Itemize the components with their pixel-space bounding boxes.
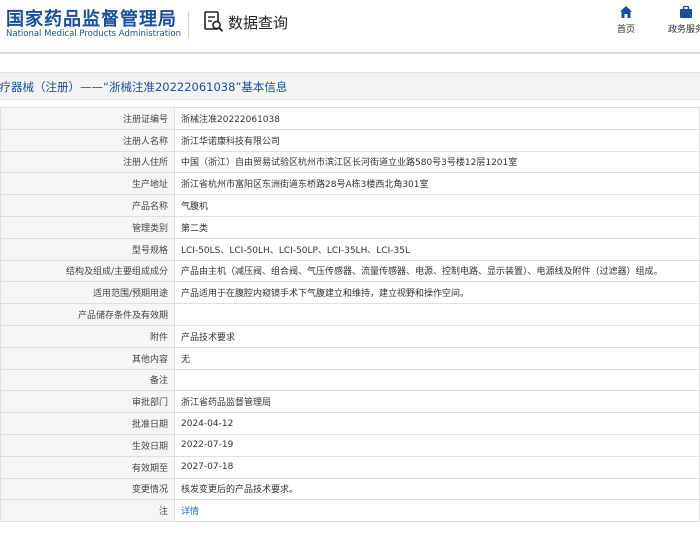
table-row: 注册人住所 中国（浙江）自由贸易试验区杭州市滨江区长河街道立业路580号3号楼12… [0,150,700,174]
field-label: 有效期至 [0,455,175,479]
field-label: 适用范围/预期用途 [0,281,175,305]
field-value: 2024-04-12 [174,412,700,435]
page-title: 医疗器械（注册）——“浙械注准20222061038”基本信息 [0,80,288,94]
nav-government-services[interactable]: 政务服务 [668,5,700,35]
field-value [174,368,700,392]
field-label: 批准日期 [0,412,175,435]
site-logo-en[interactable]: National Medical Products Administration [6,29,181,39]
field-label: 附件 [0,324,175,348]
field-label: 备注 [0,368,175,392]
home-icon [620,6,632,18]
field-value [174,303,700,326]
field-label: 注册证编号 [0,107,175,130]
document-search-icon [204,11,224,32]
table-row: 产品名称 气腹机 [0,194,700,217]
field-label: 注册人住所 [0,150,175,174]
record-title-bar: 医疗器械（注册）——“浙械注准20222061038”基本信息 [0,72,700,100]
field-label: 型号规格 [0,237,175,261]
field-value: 浙江华诺康科技有限公司 [174,128,700,152]
field-label: 结构及组成/主要组成成分 [0,259,175,283]
field-value: 2022-07-19 [174,433,700,457]
table-row: 管理类别 第二类 [0,215,700,239]
table-row: 注册人名称 浙江华诺康科技有限公司 [0,128,700,152]
table-row: 审批部门 浙江省药品监督管理局 [0,390,700,414]
table-row: 有效期至 2027-07-18 [0,455,700,479]
data-query-label: 数据查询 [228,13,289,32]
field-value: LCI-50LS、LCI-50LH、LCI-50LP、LCI-35LH、LCI-… [174,237,700,261]
table-row: 注详情 [0,499,700,523]
field-label: 产品名称 [0,194,175,217]
field-value: 产品适用于在腹腔内窥镜手术下气腹建立和维持，建立视野和操作空间。 [174,281,700,305]
field-value: 核发变更后的产品技术要求。 [174,477,700,501]
header-divider [188,12,189,38]
registration-info-table: 注册证编号 浙械注准20222061038 注册人名称 浙江华诺康科技有限公司 注册人住… [0,107,700,523]
table-row: 其他内容无 [0,346,700,370]
field-value: 产品技术要求 [174,324,700,348]
field-value: 第二类 [174,215,700,239]
field-value: 2027-07-18 [174,455,700,479]
field-label: 注 [0,499,175,523]
field-value: 浙江省药品监督管理局 [174,390,700,414]
field-label: 管理类别 [0,215,175,239]
table-row: 产品储存条件及有效期 [0,303,700,326]
field-label: 变更情况 [0,477,175,501]
table-row: 型号规格 LCI-50LS、LCI-50LH、LCI-50LP、LCI-35LH、… [0,237,700,261]
field-label: 生产地址 [0,172,175,196]
field-label: 审批部门 [0,390,175,414]
table-row: 注册证编号 浙械注准20222061038 [0,107,700,130]
site-logo-cn[interactable]: 国家药品监督管理局 [6,5,177,31]
data-query-title: 数据查询 [204,11,288,33]
field-label: 产品储存条件及有效期 [0,303,175,326]
table-row: 变更情况 核发变更后的产品技术要求。 [0,477,700,501]
details-link[interactable]: 详情 [174,499,700,523]
nav-government-services-label: 政务服务 [668,25,700,35]
field-label: 其他内容 [0,346,175,370]
field-label: 注册人名称 [0,128,175,152]
table-row: 适用范围/预期用途 产品适用于在腹腔内窥镜手术下气腹建立和维持，建立视野和操作空间… [0,281,700,305]
header-underline [0,52,700,54]
nav-home-label: 首页 [617,25,636,35]
field-value: 中国（浙江）自由贸易试验区杭州市滨江区长河街道立业路580号3号楼12层1201… [174,150,700,174]
field-value: 浙械注准20222061038 [174,107,700,130]
table-row: 结构及组成/主要组成成分 产品由主机（减压阀、组合阀、气压传感器、流量传感器、电源… [0,259,700,283]
field-value: 产品由主机（减压阀、组合阀、气压传感器、流量传感器、电源、控制电路、显示装置）、… [174,259,700,283]
field-value: 气腹机 [174,194,700,217]
field-label: 生效日期 [0,433,175,457]
table-row: 附件 产品技术要求 [0,324,700,348]
field-value: 无 [174,346,700,370]
field-value: 浙江省杭州市富阳区东洲街道东桥路28号A栋3楼西北角301室 [174,172,700,196]
nav-home[interactable]: 首页 [617,5,635,35]
table-row: 备注 [0,368,700,392]
table-row: 批准日期 2024-04-12 [0,412,700,435]
site-header: 国家药品监督管理局 National Medical Products Admi… [0,0,700,50]
table-row: 生效日期 2022-07-19 [0,433,700,457]
briefcase-icon [680,5,692,18]
table-row: 生产地址 浙江省杭州市富阳区东洲街道东桥路28号A栋3楼西北角301室 [0,172,700,196]
